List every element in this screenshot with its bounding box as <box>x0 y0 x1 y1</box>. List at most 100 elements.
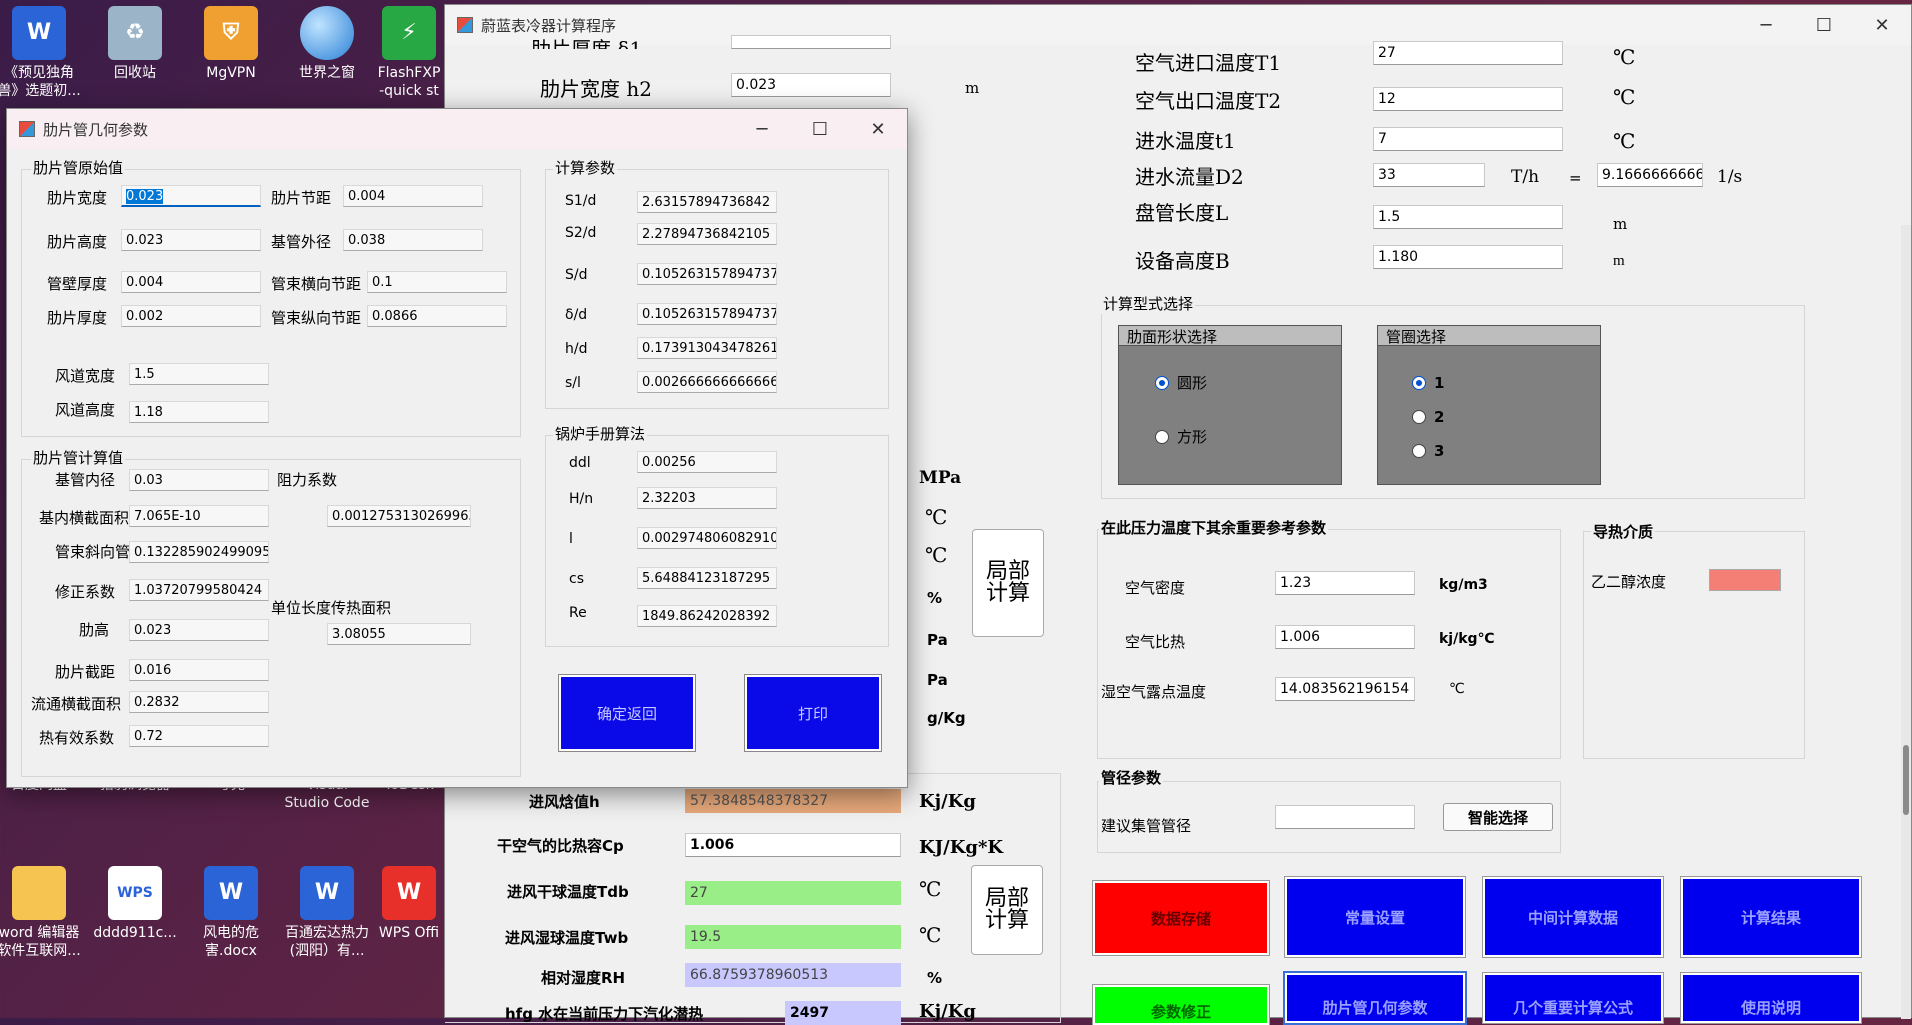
desktop-icon-word-doc-3[interactable]: W 百通宏达热力(泗阳）有... <box>284 866 370 960</box>
cs-input[interactable]: 5.64884123187295 <box>637 567 777 589</box>
re-input[interactable]: 1849.86242028392 <box>637 605 777 627</box>
inlet-dry-bulb-field[interactable]: 27 <box>685 881 901 905</box>
desktop-icon-word-doc-2[interactable]: W 风电的危害.docx <box>188 866 274 960</box>
desktop-icon-browser-world[interactable]: 世界之窗 <box>284 6 370 82</box>
inlet-enthalpy-field[interactable]: 57.3848548378327 <box>685 789 901 813</box>
base-tube-id-input[interactable]: 0.03 <box>129 469 269 491</box>
user-guide-button[interactable]: 使用说明 <box>1680 972 1862 1024</box>
inner-cross-area-input[interactable]: 7.065E-10 <box>129 505 269 527</box>
hd-input[interactable]: 0.173913043478261 <box>637 337 777 359</box>
base-tube-od-label: 基管外径 <box>271 233 332 251</box>
base-tube-id-label: 基管内径 <box>55 471 116 489</box>
fin-width-field[interactable]: 0.023 <box>731 73 891 97</box>
unit-area-label: 单位长度传热面积 <box>271 599 392 617</box>
coil-length-field[interactable]: 1.5 <box>1373 205 1563 229</box>
fin-width-unit: m <box>965 79 980 97</box>
calc-result-button[interactable]: 计算结果 <box>1680 876 1862 958</box>
water-flow-ls-field[interactable]: 9.1666666666 <box>1597 163 1703 187</box>
minimize-button[interactable]: ─ <box>1737 5 1795 45</box>
heat-eff-input[interactable]: 0.72 <box>129 725 269 747</box>
dialog-maximize-button[interactable]: ☐ <box>791 109 849 149</box>
desktop-icon-folder[interactable]: word 编辑器软件互联网... <box>0 866 82 960</box>
coil-length-unit: m <box>1613 215 1628 233</box>
base-tube-od-input[interactable]: 0.038 <box>343 229 483 251</box>
s2d-input[interactable]: 2.27894736842105 <box>637 223 777 245</box>
s1d-input[interactable]: 2.63157894736842 <box>637 191 777 213</box>
tube-rows-group: 管圈选择 1 2 3 <box>1377 325 1601 485</box>
rib-height-input[interactable]: 0.023 <box>129 619 269 641</box>
sl-input[interactable]: 0.0026666666666666 <box>637 371 777 393</box>
close-button[interactable]: ✕ <box>1853 5 1911 45</box>
fin-pitch-input[interactable]: 0.004 <box>343 185 483 207</box>
radio-row-1[interactable]: 1 <box>1412 374 1444 392</box>
calc-type-title: 计算型式选择 <box>1101 293 1196 314</box>
unit-area-input[interactable]: 3.08055 <box>327 623 471 645</box>
air-outlet-temp-field[interactable]: 12 <box>1373 87 1563 111</box>
radio-row-3[interactable]: 3 <box>1412 442 1444 460</box>
fin-width-input[interactable]: 0.023 <box>121 185 261 207</box>
maximize-button[interactable]: ☐ <box>1795 5 1853 45</box>
l-input[interactable]: 0.0029748060829107 <box>637 527 777 549</box>
desktop-icon-wps-doc[interactable]: WPS dddd911c... <box>92 866 178 942</box>
radio-row-2[interactable]: 2 <box>1412 408 1444 426</box>
desktop-icon-word-doc[interactable]: W 《预见独角兽》选题初... <box>0 6 82 100</box>
glycol-swatch[interactable] <box>1709 569 1781 591</box>
print-button[interactable]: 打印 <box>744 674 882 752</box>
fin-cut-pitch-input[interactable]: 0.016 <box>129 659 269 681</box>
key-formulas-button[interactable]: 几个重要计算公式 <box>1482 972 1664 1024</box>
dew-point-field[interactable]: 14.083562196154 <box>1275 677 1415 701</box>
fin-tube-geometry-button[interactable]: 肋片管几何参数 <box>1283 971 1467 1025</box>
air-specific-heat-field[interactable]: 1.006 <box>1275 625 1415 649</box>
dialog-close-button[interactable]: ✕ <box>849 109 907 149</box>
coil-length-label: 盘管长度L <box>1135 201 1229 225</box>
local-calc-button-1[interactable]: 局部 计算 <box>972 529 1044 637</box>
desktop-icon-flashfxp[interactable]: ⚡ FlashFXP -quick st <box>374 6 444 100</box>
desktop-icon-recycle-bin[interactable]: ♻ 回收站 <box>92 6 178 82</box>
inlet-dry-bulb-unit: ℃ <box>919 877 942 901</box>
radio-round[interactable]: 圆形 <box>1155 372 1207 393</box>
resist-coef-input[interactable]: 0.0012753130269963 <box>327 505 471 527</box>
air-inlet-temp-field[interactable]: 27 <box>1373 41 1563 65</box>
header-pipe-field[interactable] <box>1275 805 1415 829</box>
intermediate-data-button[interactable]: 中间计算数据 <box>1482 876 1664 958</box>
water-inlet-temp-field[interactable]: 7 <box>1373 127 1563 151</box>
hn-input[interactable]: 2.32203 <box>637 487 777 509</box>
param-fix-button[interactable]: 参数修正 <box>1092 984 1270 1025</box>
wall-thickness-input[interactable]: 0.004 <box>121 271 261 293</box>
desktop-icon-mgvpn[interactable]: ⛨ MgVPN <box>188 6 274 82</box>
longitudinal-pitch-input[interactable]: 0.0866 <box>367 305 507 327</box>
air-density-field[interactable]: 1.23 <box>1275 571 1415 595</box>
radio-square[interactable]: 方形 <box>1155 426 1207 447</box>
flow-area-input[interactable]: 0.2832 <box>129 691 269 713</box>
smart-select-button[interactable]: 智能选择 <box>1443 803 1553 831</box>
sd-input[interactable]: 0.105263157894737 <box>637 263 777 285</box>
constants-settings-button[interactable]: 常量设置 <box>1284 876 1466 958</box>
desktop-icon-wps[interactable]: W WPS Offi <box>374 866 444 942</box>
duct-height-input[interactable]: 1.18 <box>129 401 269 423</box>
confirm-return-button[interactable]: 确定返回 <box>558 674 696 752</box>
vertical-scrollbar[interactable] <box>1901 225 1911 1019</box>
device-height-field[interactable]: 1.180 <box>1373 245 1563 269</box>
fin-thickness-field[interactable] <box>731 35 891 49</box>
ref-params-title: 在此压力温度下其余重要参考参数 <box>1099 517 1329 538</box>
local-calc-button-2[interactable]: 局部 计算 <box>971 865 1043 955</box>
correction-factor-input[interactable]: 1.03720799580424 <box>129 579 269 601</box>
dry-air-cp-field[interactable]: 1.006 <box>685 833 901 857</box>
tube-rows-title: 管圈选择 <box>1378 326 1600 346</box>
inlet-wet-bulb-field[interactable]: 19.5 <box>685 925 901 949</box>
data-storage-button[interactable]: 数据存储 <box>1092 880 1270 956</box>
water-inlet-temp-unit: ℃ <box>1613 129 1636 153</box>
dialog-minimize-button[interactable]: ─ <box>733 109 791 149</box>
delta-d-input[interactable]: 0.105263157894737 <box>637 303 777 325</box>
diag-pitch-input[interactable]: 0.132285902499095 <box>129 541 269 563</box>
rel-humidity-field[interactable]: 66.8759378960513 <box>685 963 901 987</box>
latent-heat-field[interactable]: 2497 <box>785 1001 901 1025</box>
duct-width-input[interactable]: 1.5 <box>129 363 269 385</box>
water-flow-field[interactable]: 33 <box>1373 163 1485 187</box>
fin-height-input[interactable]: 0.023 <box>121 229 261 251</box>
ddl-input[interactable]: 0.00256 <box>637 451 777 473</box>
transverse-pitch-input[interactable]: 0.1 <box>367 271 507 293</box>
air-inlet-temp-label: 空气进口温度T1 <box>1135 51 1282 75</box>
fin-thickness-input[interactable]: 0.002 <box>121 305 261 327</box>
scrollbar-thumb[interactable] <box>1903 745 1909 815</box>
